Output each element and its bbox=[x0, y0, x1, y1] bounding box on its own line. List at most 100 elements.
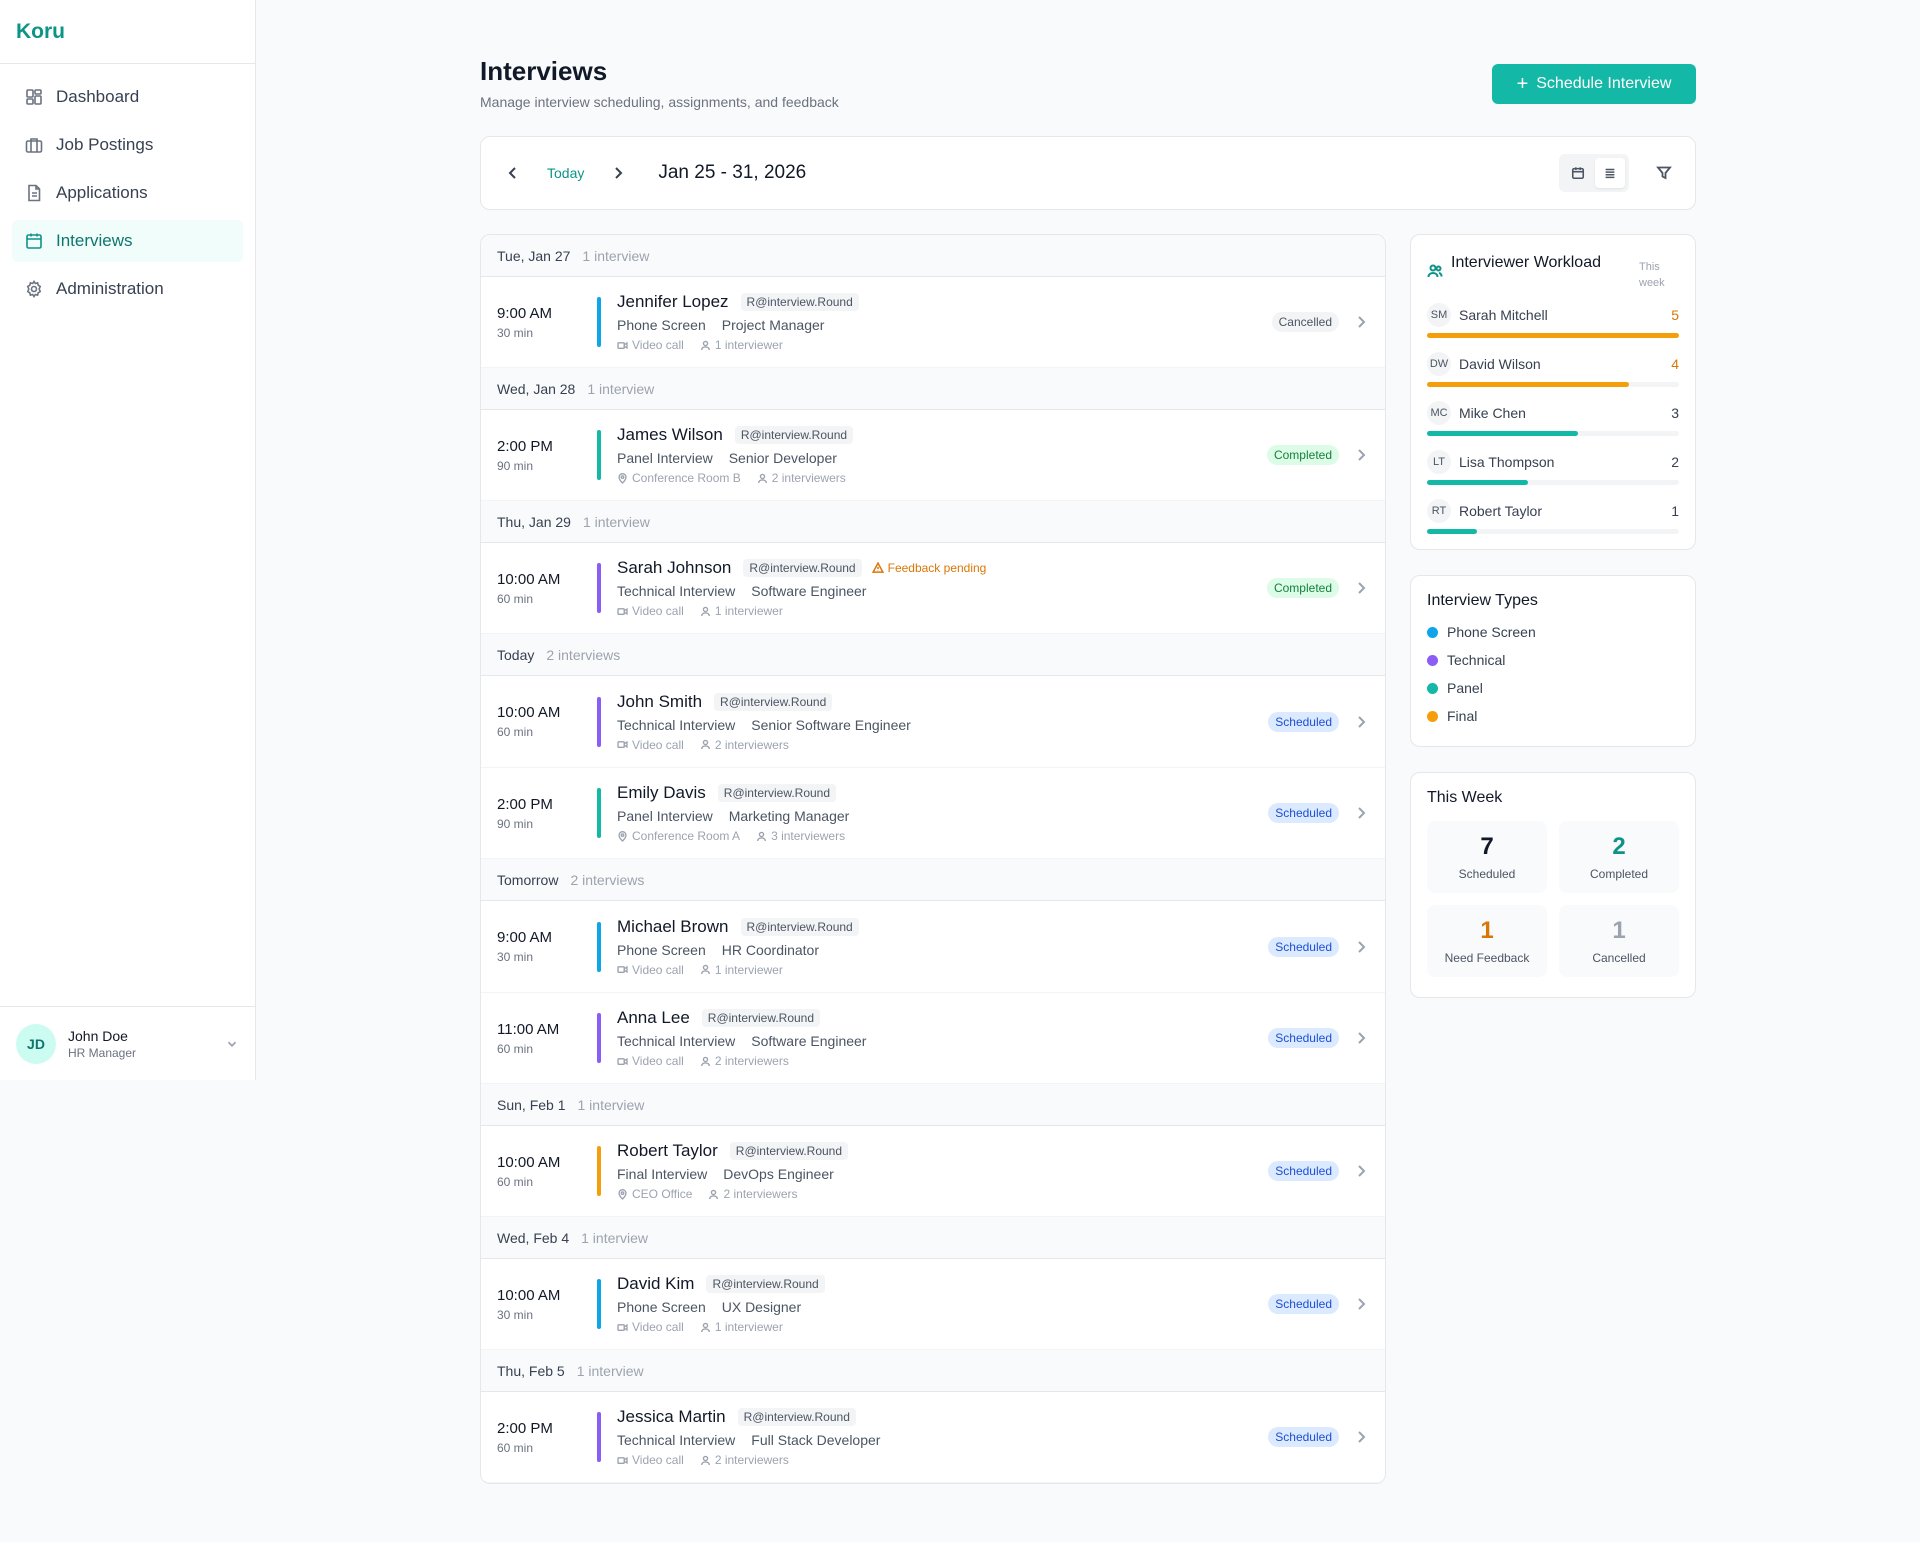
filter-button[interactable] bbox=[1649, 158, 1679, 188]
workload-track bbox=[1427, 431, 1679, 436]
chevron-down-icon[interactable] bbox=[225, 1037, 239, 1051]
schedule-interview-button[interactable]: + Schedule Interview bbox=[1492, 64, 1696, 104]
sidebar-item-interviews[interactable]: Interviews bbox=[12, 220, 243, 262]
interview-row[interactable]: 10:00 AM 60 min Robert Taylor R@interview.R… bbox=[481, 1126, 1385, 1217]
legend-dot bbox=[1427, 710, 1438, 722]
next-week-button[interactable] bbox=[602, 157, 634, 189]
user-icon bbox=[700, 739, 710, 750]
plus-icon: + bbox=[1516, 73, 1529, 95]
interview-row[interactable]: 2:00 PM 60 min Jessica Martin R@interview.R… bbox=[481, 1392, 1385, 1483]
location: Video call bbox=[617, 604, 684, 618]
calendar-icon bbox=[1571, 167, 1585, 180]
candidate-name[interactable]: Sarah Johnson bbox=[617, 558, 731, 578]
status-badge: Scheduled bbox=[1268, 936, 1339, 957]
round-tag: R@interview.Round bbox=[737, 1408, 856, 1426]
interview-time: 11:00 AM 60 min bbox=[497, 1021, 597, 1056]
time-label: 10:00 AM bbox=[497, 570, 561, 588]
sidebar-item-job-postings[interactable]: Job Postings bbox=[12, 124, 243, 166]
interview-type: Final Interview bbox=[617, 1166, 708, 1182]
day-header: Thu, Jan 29 1 interview bbox=[481, 501, 1385, 543]
interview-type-bar bbox=[597, 921, 601, 972]
stat-value: 1 bbox=[1480, 917, 1494, 944]
interview-row[interactable]: 2:00 PM 90 min James Wilson R@interview.Rou… bbox=[481, 410, 1385, 501]
interview-meta: Video call 1 interviewer bbox=[617, 1320, 1268, 1334]
chevron-right-icon bbox=[1358, 1431, 1366, 1443]
round-tag: R@interview.Round bbox=[714, 692, 833, 711]
duration-label: 60 min bbox=[497, 1440, 534, 1455]
interviewer-count-label: 2 interviewers bbox=[714, 1054, 789, 1068]
interview-row[interactable]: 11:00 AM 60 min Anna Lee R@interview.Round T… bbox=[481, 993, 1385, 1084]
sidebar-item-administration[interactable]: Administration bbox=[12, 268, 243, 310]
interviewer-name: Mike Chen bbox=[1459, 405, 1526, 421]
user-menu[interactable]: JD John Doe HR Manager bbox=[0, 1006, 255, 1080]
day-label: Wed, Feb 4 bbox=[497, 1229, 570, 1246]
calendar-view-button[interactable] bbox=[1563, 158, 1593, 188]
candidate-name[interactable]: Jennifer Lopez bbox=[617, 292, 729, 312]
interview-meta: Video call 1 interviewer bbox=[617, 963, 1268, 977]
view-toggle bbox=[1559, 154, 1629, 192]
interview-time: 10:00 AM 60 min bbox=[497, 1154, 597, 1189]
document-icon bbox=[28, 184, 41, 202]
chevron-right-icon bbox=[1358, 1165, 1366, 1177]
interview-title-line: John Smith R@interview.Round bbox=[617, 692, 1268, 712]
list-view-button[interactable] bbox=[1595, 158, 1625, 188]
interview-type-bar bbox=[597, 430, 601, 480]
interview-row[interactable]: 9:00 AM 30 min Jennifer Lopez R@interview.R… bbox=[481, 277, 1385, 368]
user-role: HR Manager bbox=[68, 1045, 137, 1060]
sidebar-nav: Dashboard Job Postings Applications Inte… bbox=[0, 64, 255, 328]
duration-label: 30 min bbox=[497, 325, 534, 340]
avatar: MC bbox=[1427, 401, 1451, 425]
sidebar-item-dashboard[interactable]: Dashboard bbox=[12, 76, 243, 118]
chevron-right-icon bbox=[1358, 1032, 1366, 1044]
interview-row[interactable]: 10:00 AM 60 min John Smith R@interview.Roun… bbox=[481, 676, 1385, 768]
stat-label: Completed bbox=[1589, 867, 1649, 881]
chevron-right-icon bbox=[1358, 715, 1366, 728]
candidate-name[interactable]: Michael Brown bbox=[617, 917, 729, 937]
today-button[interactable]: Today bbox=[547, 165, 584, 181]
interview-row[interactable]: 10:00 AM 60 min Sarah Johnson R@interview.R… bbox=[481, 543, 1385, 634]
interview-row[interactable]: 10:00 AM 30 min David Kim R@interview.Round… bbox=[481, 1259, 1385, 1350]
interview-info: James Wilson R@interview.Round Panel Inter… bbox=[617, 425, 1267, 485]
interview-details: Technical Interview Full Stack Developer bbox=[617, 1432, 1268, 1448]
interview-meta: Conference Room A 3 interviewers bbox=[617, 829, 1268, 843]
interview-info: Emily Davis R@interview.Round Panel Interv… bbox=[617, 783, 1268, 843]
sidebar-item-applications[interactable]: Applications bbox=[12, 172, 243, 214]
candidate-name[interactable]: John Smith bbox=[617, 692, 702, 712]
legend-item: Final bbox=[1427, 708, 1679, 724]
candidate-name[interactable]: Robert Taylor bbox=[617, 1141, 718, 1161]
user-info: John Doe HR Manager bbox=[68, 1028, 225, 1060]
video-icon bbox=[617, 1057, 628, 1065]
round-tag: R@interview.Round bbox=[706, 1275, 825, 1293]
legend-dot bbox=[1427, 654, 1438, 666]
interview-row[interactable]: 9:00 AM 30 min Michael Brown R@interview.Ro… bbox=[481, 901, 1385, 993]
position-title: Senior Software Engineer bbox=[751, 716, 911, 733]
location-label: Video call bbox=[632, 1320, 684, 1334]
filter-icon bbox=[1656, 166, 1672, 180]
legend-item: Technical bbox=[1427, 652, 1679, 668]
location-label: CEO Office bbox=[632, 1187, 693, 1201]
list-icon bbox=[1605, 168, 1615, 179]
candidate-name[interactable]: Jessica Martin bbox=[617, 1407, 726, 1427]
location-icon bbox=[618, 1188, 627, 1200]
candidate-name[interactable]: James Wilson bbox=[617, 425, 723, 445]
candidate-name[interactable]: David Kim bbox=[617, 1274, 694, 1294]
stat-label: Scheduled bbox=[1458, 867, 1516, 881]
location-label: Conference Room B bbox=[632, 471, 741, 485]
workload-row: LT Lisa Thompson 2 bbox=[1427, 450, 1679, 474]
interview-type-bar bbox=[597, 788, 601, 838]
duration-label: 60 min bbox=[497, 1041, 534, 1056]
user-icon bbox=[700, 1322, 710, 1332]
position-title: Project Manager bbox=[721, 317, 825, 333]
interview-details: Panel Interview Marketing Manager bbox=[617, 808, 1268, 824]
location: Video call bbox=[617, 1320, 684, 1334]
day-header: Tomorrow 2 interviews bbox=[481, 859, 1385, 901]
interviewer-name: Robert Taylor bbox=[1459, 503, 1543, 519]
previous-week-button[interactable] bbox=[497, 157, 529, 189]
interview-row[interactable]: 2:00 PM 90 min Emily Davis R@interview.Roun… bbox=[481, 768, 1385, 859]
candidate-name[interactable]: Emily Davis bbox=[617, 783, 706, 803]
stat-label: Cancelled bbox=[1592, 951, 1646, 965]
candidate-name[interactable]: Anna Lee bbox=[617, 1008, 690, 1028]
workload-list: SM Sarah Mitchell 5 DW David Wilson 4 MC Mike C… bbox=[1427, 303, 1679, 534]
brand-logo[interactable]: Koru bbox=[0, 0, 255, 64]
user-icon bbox=[700, 606, 710, 616]
